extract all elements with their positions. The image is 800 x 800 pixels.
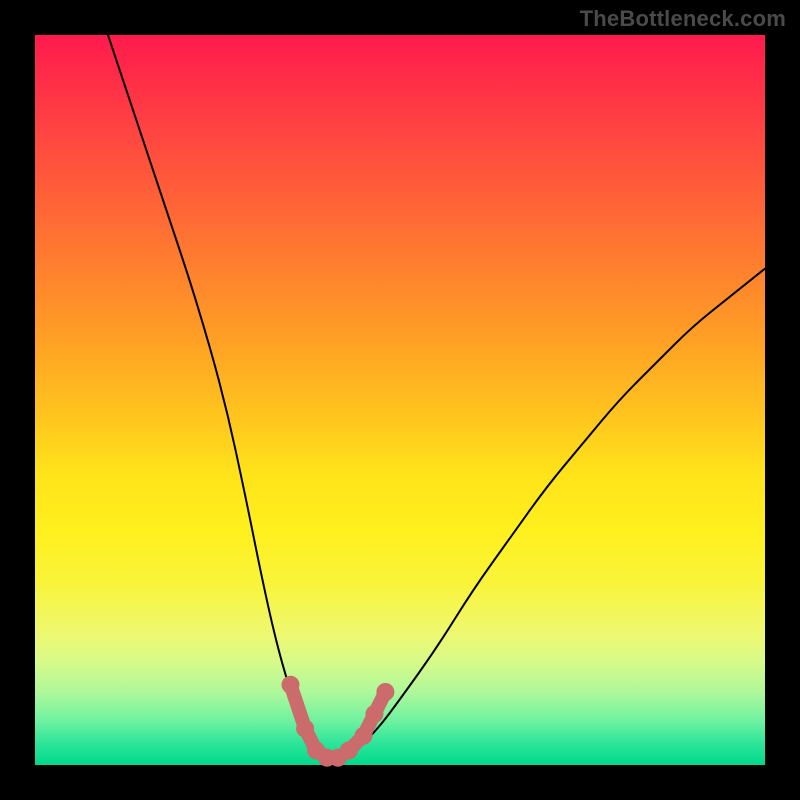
chart-svg (35, 35, 765, 765)
marker-dot (365, 705, 383, 723)
marker-dot (355, 727, 373, 745)
marker-dot (282, 676, 300, 694)
marker-dot (376, 683, 394, 701)
marker-dot (340, 741, 358, 759)
bottleneck-curve (108, 35, 765, 758)
marker-dot (296, 720, 314, 738)
plot-area (35, 35, 765, 765)
chart-frame: TheBottleneck.com (0, 0, 800, 800)
watermark-text: TheBottleneck.com (580, 6, 786, 32)
